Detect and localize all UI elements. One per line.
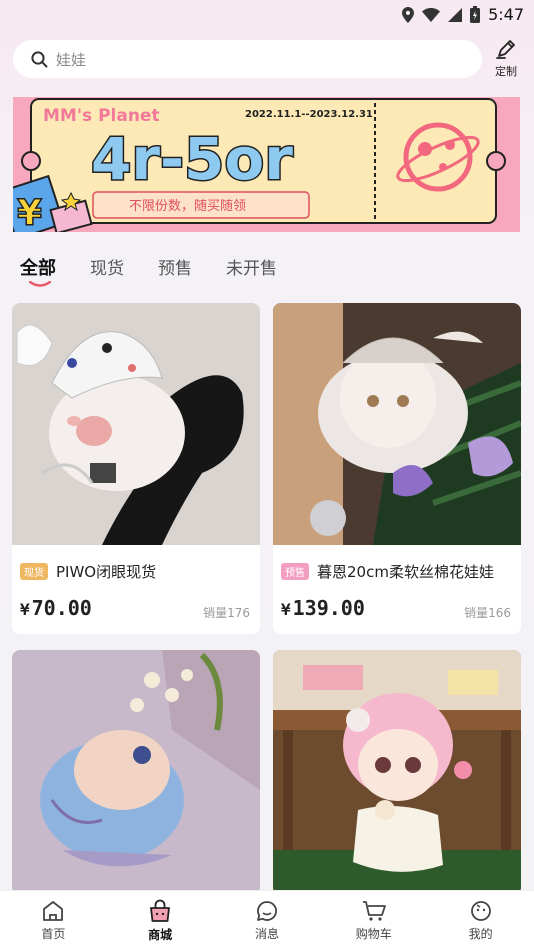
banner-date: 2022.11.1--2023.12.31 [245,109,373,120]
tab-in-stock-label: 现货 [90,259,124,279]
battery-icon [470,6,481,23]
banner-brand: MM's Planet [43,106,160,126]
product-image [12,650,260,892]
search-row: 娃娃 定制 [13,40,523,78]
banner-subtitle: 不限份数，随买随领 [129,199,246,214]
nav-messages[interactable]: 消息 [227,899,307,942]
status-bar: 5:47 [0,0,534,30]
product-price: ¥70.00 [20,596,92,620]
status-icons: 5:47 [402,5,524,24]
tab-all[interactable]: 全部 [20,254,56,294]
nav-cart[interactable]: 购物车 [334,899,414,942]
currency-symbol: ¥ [281,600,291,619]
nav-home-label: 首页 [41,927,66,941]
product-price: ¥139.00 [281,596,365,620]
search-icon [31,50,48,67]
product-card[interactable] [273,650,521,895]
nav-profile[interactable]: 我的 [441,899,521,942]
product-card[interactable] [12,650,260,895]
cart-icon [362,901,386,921]
status-time: 5:47 [488,5,524,24]
currency-symbol: ¥ [20,600,30,619]
price-value: 139.00 [292,596,365,620]
signal-icon [448,7,463,22]
bottom-nav: 首页 商城 消息 购物车 我的 [0,890,534,950]
banner-yen: ¥ [17,193,42,232]
product-card[interactable]: 现货 PIWO闭眼现货 ¥70.00 销量176 [12,303,260,634]
product-card[interactable]: 预售 暮恩20cm柔软丝棉花娃娃 ¥139.00 销量166 [273,303,521,634]
banner-big-text: 4r-5or [91,125,293,193]
price-value: 70.00 [31,596,92,620]
category-tabs: 全部 现货 预售 未开售 [20,254,311,294]
sales-count: 销量176 [203,606,250,620]
product-title-row: 现货 PIWO闭眼现货 [12,549,260,582]
profile-icon [470,901,491,921]
customize-icon [496,40,515,59]
nav-shop[interactable]: 商城 [120,898,200,943]
status-badge: 现货 [20,563,48,580]
product-image [273,650,521,892]
product-image [12,303,260,545]
tab-all-label: 全部 [20,258,56,279]
search-input[interactable]: 娃娃 [13,40,482,78]
price-row: ¥139.00 销量166 [273,582,521,632]
custom-label: 定制 [495,65,517,78]
shop-bag-icon [150,899,171,922]
search-placeholder: 娃娃 [56,50,87,69]
home-icon [43,901,64,921]
banner-graphic: MM's Planet 2022.11.1--2023.12.31 4r-5or… [13,97,520,232]
nav-cart-label: 购物车 [355,927,392,941]
product-title: 暮恩20cm柔软丝棉花娃娃 [317,563,494,581]
tab-not-on-sale[interactable]: 未开售 [226,254,277,294]
custom-button[interactable]: 定制 [489,37,523,81]
status-badge: 预售 [281,563,309,580]
tab-in-stock[interactable]: 现货 [90,254,124,294]
nav-profile-label: 我的 [468,927,493,941]
wifi-icon [422,7,441,22]
price-row: ¥70.00 销量176 [12,582,260,632]
tab-presale[interactable]: 预售 [158,254,192,294]
nav-home[interactable]: 首页 [13,899,93,942]
product-title: PIWO闭眼现货 [56,563,157,581]
nav-shop-label: 商城 [148,928,173,942]
tab-active-indicator [29,281,51,287]
tab-not-on-sale-label: 未开售 [226,259,277,279]
promo-banner[interactable]: MM's Planet 2022.11.1--2023.12.31 4r-5or… [13,97,520,232]
product-image [273,303,521,545]
nav-messages-label: 消息 [254,927,279,941]
tab-presale-label: 预售 [158,259,192,279]
location-icon [402,6,415,23]
sales-count: 销量166 [464,606,511,620]
product-title-row: 预售 暮恩20cm柔软丝棉花娃娃 [273,549,521,582]
chat-icon [257,901,277,921]
